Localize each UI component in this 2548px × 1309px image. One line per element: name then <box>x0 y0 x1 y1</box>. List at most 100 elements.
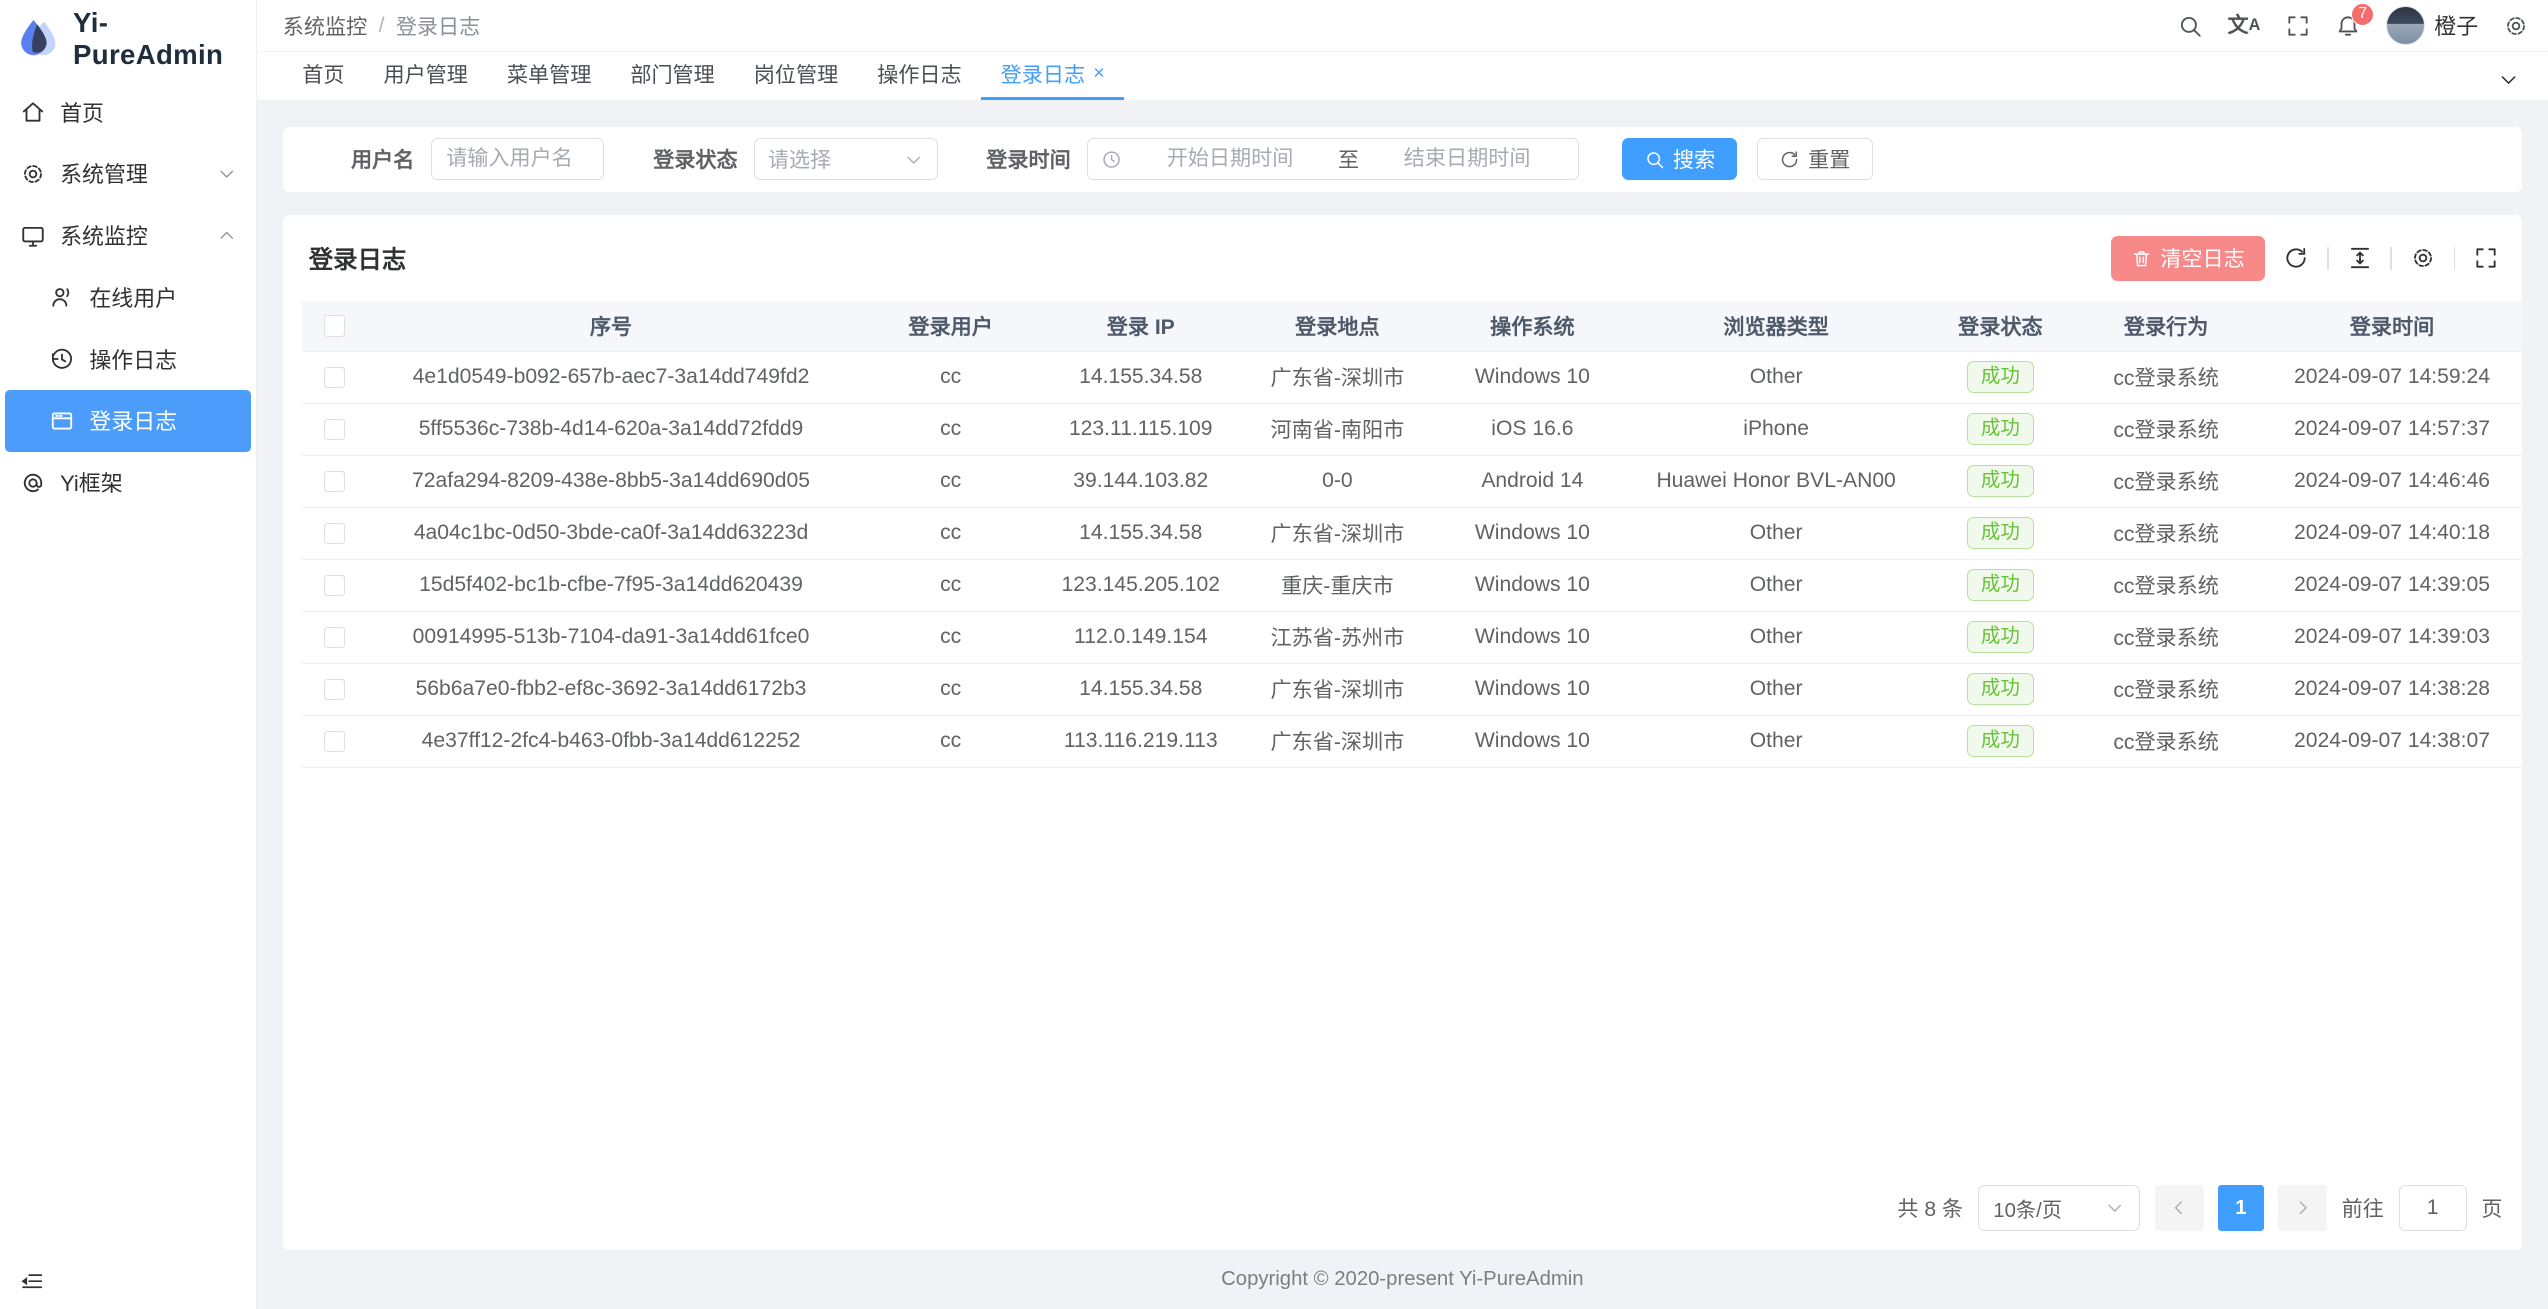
table-fullscreen-icon[interactable] <box>2473 245 2499 271</box>
translate-icon[interactable]: 文A <box>2228 15 2261 36</box>
table-row: 00914995-513b-7104-da91-3a14dd61fce0cc11… <box>302 611 2522 663</box>
row-checkbox[interactable] <box>324 419 345 440</box>
tab-close-icon[interactable]: × <box>1093 62 1104 85</box>
table-row: 5ff5536c-738b-4d14-620a-3a14dd72fdd9cc12… <box>302 403 2522 455</box>
breadcrumb-current: 登录日志 <box>396 11 480 41</box>
row-checkbox[interactable] <box>324 367 345 388</box>
username: 橙子 <box>2434 10 2478 41</box>
login-status-select[interactable]: 请选择 <box>754 138 938 180</box>
cell-status: 成功 <box>1927 715 2073 767</box>
fullscreen-icon[interactable] <box>2285 13 2311 39</box>
page-size-select[interactable]: 10条/页 <box>1978 1185 2141 1231</box>
sidebar-item-yi-framework[interactable]: Yi框架 <box>0 452 256 514</box>
row-checkbox[interactable] <box>324 575 345 596</box>
row-checkbox[interactable] <box>324 731 345 752</box>
cell-behavior: cc登录系统 <box>2074 611 2259 663</box>
gear-icon <box>20 161 46 187</box>
tab-label: 操作日志 <box>877 59 961 89</box>
monitor-icon <box>20 223 46 249</box>
select-all-checkbox[interactable] <box>324 315 345 336</box>
chevron-left-icon <box>2169 1198 2189 1218</box>
clear-logs-button[interactable]: 清空日志 <box>2111 236 2266 282</box>
cell-status: 成功 <box>1927 663 2073 715</box>
goto-page-input[interactable] <box>2399 1185 2467 1231</box>
next-page-button[interactable] <box>2278 1185 2327 1231</box>
row-select-cell <box>302 455 367 507</box>
chevron-right-icon <box>2293 1198 2313 1218</box>
at-icon <box>20 470 46 496</box>
chevron-down-icon <box>904 150 924 170</box>
status-tag: 成功 <box>1967 725 2034 756</box>
clock-icon <box>1101 149 1122 170</box>
tab-menu-management[interactable]: 菜单管理 <box>487 51 610 100</box>
cell-os: Android 14 <box>1440 455 1625 507</box>
tabs-dropdown-chevron-icon[interactable] <box>2485 69 2532 100</box>
cell-status: 成功 <box>1927 611 2073 663</box>
row-checkbox[interactable] <box>324 523 345 544</box>
cell-ip: 39.144.103.82 <box>1047 455 1236 507</box>
tab-label: 菜单管理 <box>507 59 591 89</box>
login-time-range-picker[interactable]: 至 <box>1087 138 1579 180</box>
breadcrumb-separator: / <box>379 14 385 38</box>
cell-id: 5ff5536c-738b-4d14-620a-3a14dd72fdd9 <box>367 403 855 455</box>
cell-location: 江苏省-苏州市 <box>1235 611 1440 663</box>
cell-browser: Other <box>1625 559 1927 611</box>
page-number-button[interactable]: 1 <box>2218 1185 2264 1231</box>
cell-location: 广东省-深圳市 <box>1235 351 1440 403</box>
chevron-up-icon <box>217 226 237 246</box>
app-logo[interactable]: Yi-PureAdmin <box>0 0 256 78</box>
tab-label: 部门管理 <box>630 59 714 89</box>
tabs-bar: 首页 用户管理 菜单管理 部门管理 岗位管理 操作日志 登录日志 × <box>257 52 2548 101</box>
home-icon <box>20 99 46 125</box>
sidebar-item-home[interactable]: 首页 <box>0 81 256 143</box>
sidebar-item-system-management[interactable]: 系统管理 <box>0 143 256 205</box>
tab-operation-log[interactable]: 操作日志 <box>858 51 981 100</box>
pagination-total: 共 8 条 <box>1897 1193 1963 1223</box>
row-checkbox[interactable] <box>324 627 345 648</box>
navbar: 系统监控 / 登录日志 文A 7 橙子 <box>257 0 2548 52</box>
search-icon[interactable] <box>2177 13 2203 39</box>
column-header: 浏览器类型 <box>1625 301 1927 351</box>
prev-page-button[interactable] <box>2155 1185 2204 1231</box>
menu-fold-icon[interactable] <box>20 1269 44 1293</box>
trash-icon <box>2131 248 2152 269</box>
online-user-icon <box>49 284 75 310</box>
cell-status: 成功 <box>1927 403 2073 455</box>
footer: Copyright © 2020-present Yi-PureAdmin <box>283 1250 2522 1309</box>
reset-button[interactable]: 重置 <box>1757 138 1873 180</box>
sidebar-item-operation-log[interactable]: 操作日志 <box>0 328 256 390</box>
sidebar-item-login-log[interactable]: 登录日志 <box>5 390 251 452</box>
row-checkbox[interactable] <box>324 471 345 492</box>
tab-home[interactable]: 首页 <box>283 51 364 100</box>
bell-icon[interactable]: 7 <box>2335 13 2361 39</box>
cell-browser: Other <box>1625 611 1927 663</box>
column-settings-icon[interactable] <box>2410 245 2436 271</box>
tab-post-management[interactable]: 岗位管理 <box>734 51 857 100</box>
sidebar-item-system-monitor[interactable]: 系统监控 <box>0 205 256 267</box>
user-menu[interactable]: 橙子 <box>2386 6 2479 45</box>
cell-status: 成功 <box>1927 455 2073 507</box>
notification-badge: 7 <box>2351 3 2374 26</box>
cell-location: 广东省-深圳市 <box>1235 663 1440 715</box>
cell-browser: Huawei Honor BVL-AN00 <box>1625 455 1927 507</box>
status-tag: 成功 <box>1967 413 2034 444</box>
row-density-icon[interactable] <box>2347 245 2373 271</box>
sidebar-item-label: Yi框架 <box>60 467 123 498</box>
cell-browser: Other <box>1625 351 1927 403</box>
refresh-table-icon[interactable] <box>2283 245 2309 271</box>
username-input[interactable] <box>431 138 605 180</box>
cell-time: 2024-09-07 14:57:37 <box>2259 403 2522 455</box>
username-label: 用户名 <box>351 144 414 174</box>
settings-icon[interactable] <box>2503 13 2529 39</box>
sidebar-menu: 首页 系统管理 系统监控 在线用户 操作日志 登录日志 <box>0 78 256 1309</box>
cell-id: 4e1d0549-b092-657b-aec7-3a14dd749fd2 <box>367 351 855 403</box>
sidebar-item-online-users[interactable]: 在线用户 <box>0 267 256 329</box>
tab-login-log[interactable]: 登录日志 × <box>981 51 1124 100</box>
start-date-input[interactable] <box>1132 147 1328 171</box>
row-checkbox[interactable] <box>324 679 345 700</box>
search-button[interactable]: 搜索 <box>1622 138 1738 180</box>
tab-user-management[interactable]: 用户管理 <box>364 51 487 100</box>
tab-dept-management[interactable]: 部门管理 <box>611 51 734 100</box>
breadcrumb-parent[interactable]: 系统监控 <box>283 11 367 41</box>
end-date-input[interactable] <box>1369 147 1565 171</box>
